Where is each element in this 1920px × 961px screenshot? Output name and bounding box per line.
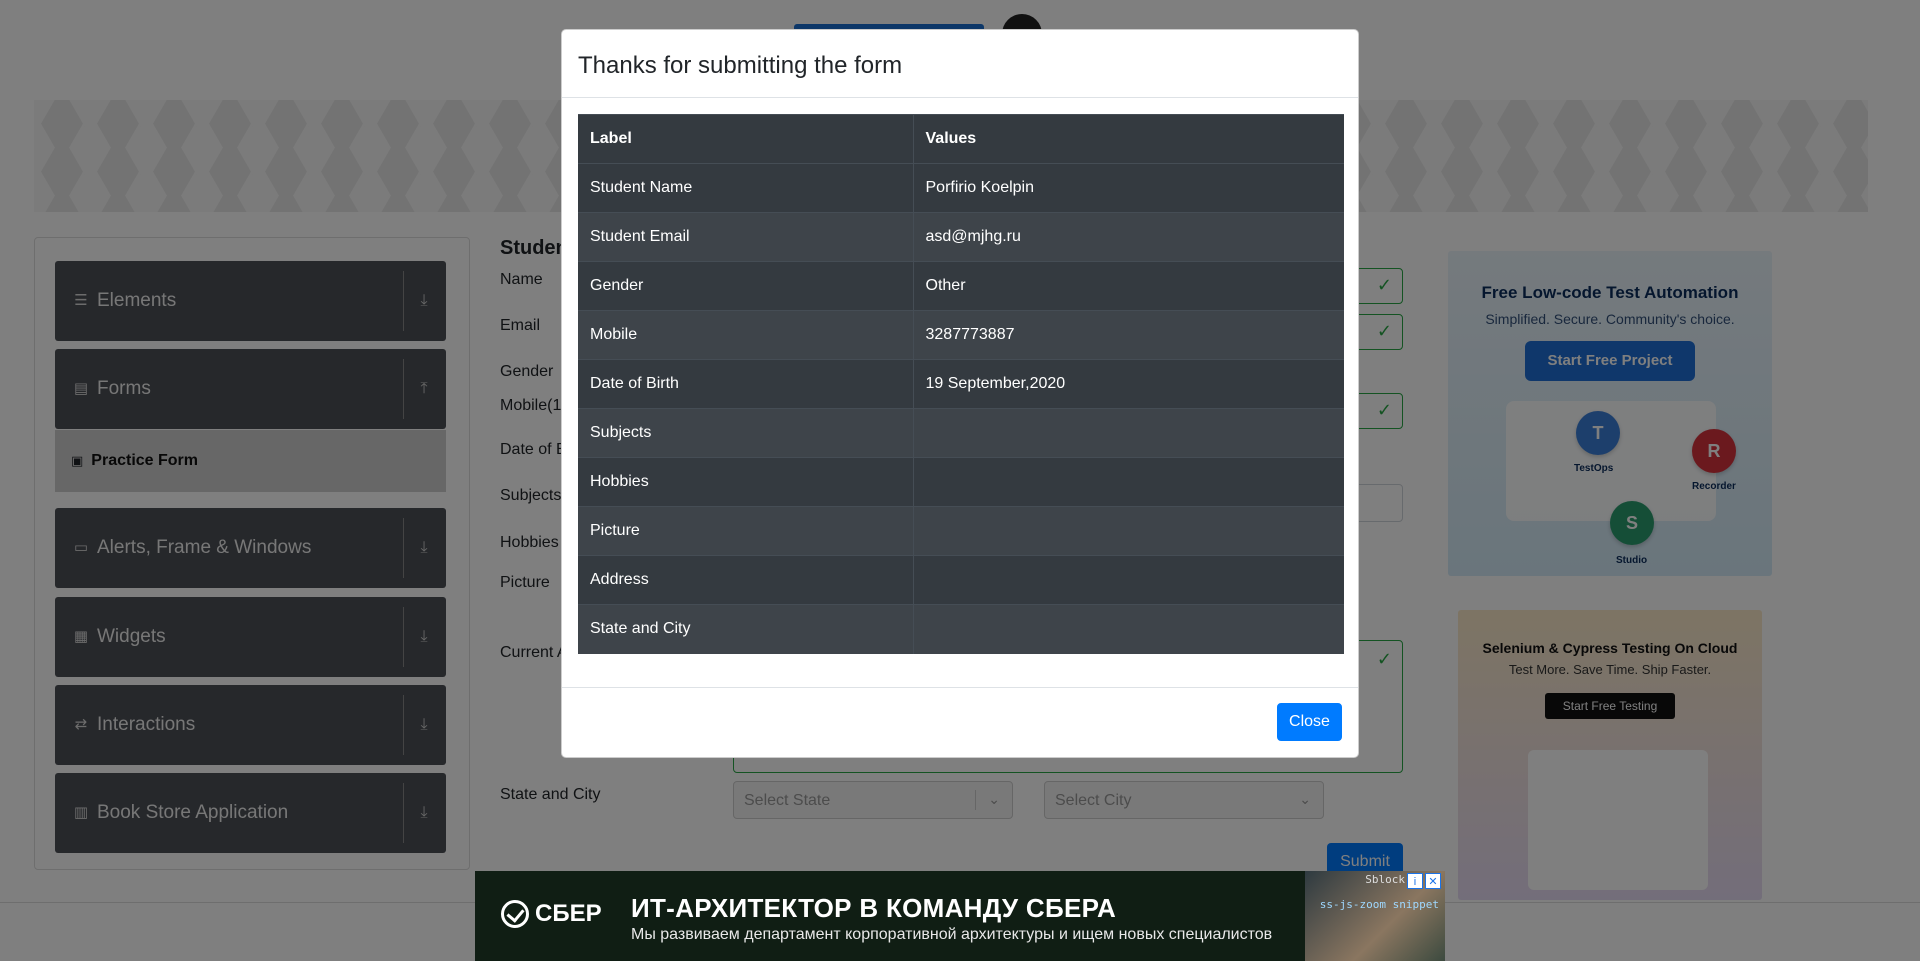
sber-logo-text: СБЕР: [535, 900, 602, 927]
info-icon[interactable]: i: [1407, 873, 1423, 889]
table-row: Subjects: [578, 408, 1344, 458]
table-row: Picture: [578, 506, 1344, 556]
table-header-row: Label Values: [578, 114, 1344, 164]
table-row: Student Name Porfirio Koelpin: [578, 163, 1344, 213]
close-icon[interactable]: ✕: [1425, 873, 1441, 889]
table-row: Mobile 3287773887: [578, 310, 1344, 360]
table-row: Student Email asd@mjhg.ru: [578, 212, 1344, 262]
row-label: Student Email: [578, 212, 914, 262]
row-value: [913, 604, 1344, 654]
table-row: State and City: [578, 604, 1344, 654]
row-value: [913, 457, 1344, 507]
row-label: State and City: [578, 604, 914, 654]
sber-logo: СБЕР: [501, 900, 602, 928]
row-label: Hobbies: [578, 457, 914, 507]
ad-code-text: ss-js-zoom snippet: [1319, 898, 1439, 911]
modal-body: Label Values Student Name Porfirio Koelpi…: [562, 98, 1358, 670]
table-row: Hobbies: [578, 457, 1344, 507]
header-values: Values: [913, 114, 1344, 164]
row-value: 19 September,2020: [913, 359, 1344, 409]
ad-badge: Sblock: [1365, 873, 1405, 886]
table-row: Gender Other: [578, 261, 1344, 311]
row-value: [913, 408, 1344, 458]
results-table: Label Values Student Name Porfirio Koelpi…: [578, 114, 1344, 654]
row-label: Address: [578, 555, 914, 605]
row-value: Porfirio Koelpin: [913, 163, 1344, 213]
row-value: asd@mjhg.ru: [913, 212, 1344, 262]
submission-modal: Thanks for submitting the form Label Val…: [561, 29, 1359, 758]
ad-headline: ИТ-АРХИТЕКТОР В КОМАНДУ СБЕРА: [631, 893, 1117, 923]
modal-footer: Close: [562, 687, 1358, 757]
row-value: [913, 555, 1344, 605]
ad-subtitle: Мы развиваем департамент корпоративной а…: [631, 926, 1273, 943]
table-row: Date of Birth 19 September,2020: [578, 359, 1344, 409]
row-label: Student Name: [578, 163, 914, 213]
row-label: Gender: [578, 261, 914, 311]
row-label: Subjects: [578, 408, 914, 458]
row-label: Mobile: [578, 310, 914, 360]
row-value: [913, 506, 1344, 556]
modal-header: Thanks for submitting the form: [562, 30, 1358, 98]
ad-controls: i ✕: [1407, 873, 1441, 889]
row-value: Other: [913, 261, 1344, 311]
modal-title: Thanks for submitting the form: [578, 52, 903, 79]
close-button[interactable]: Close: [1277, 703, 1342, 741]
header-label: Label: [578, 114, 914, 164]
row-value: 3287773887: [913, 310, 1344, 360]
table-row: Address: [578, 555, 1344, 605]
row-label: Picture: [578, 506, 914, 556]
sber-ad[interactable]: СБЕР ИТ-АРХИТЕКТОР В КОМАНДУ СБЕРА Мы ра…: [475, 871, 1445, 961]
row-label: Date of Birth: [578, 359, 914, 409]
sber-check-icon: [501, 900, 529, 928]
